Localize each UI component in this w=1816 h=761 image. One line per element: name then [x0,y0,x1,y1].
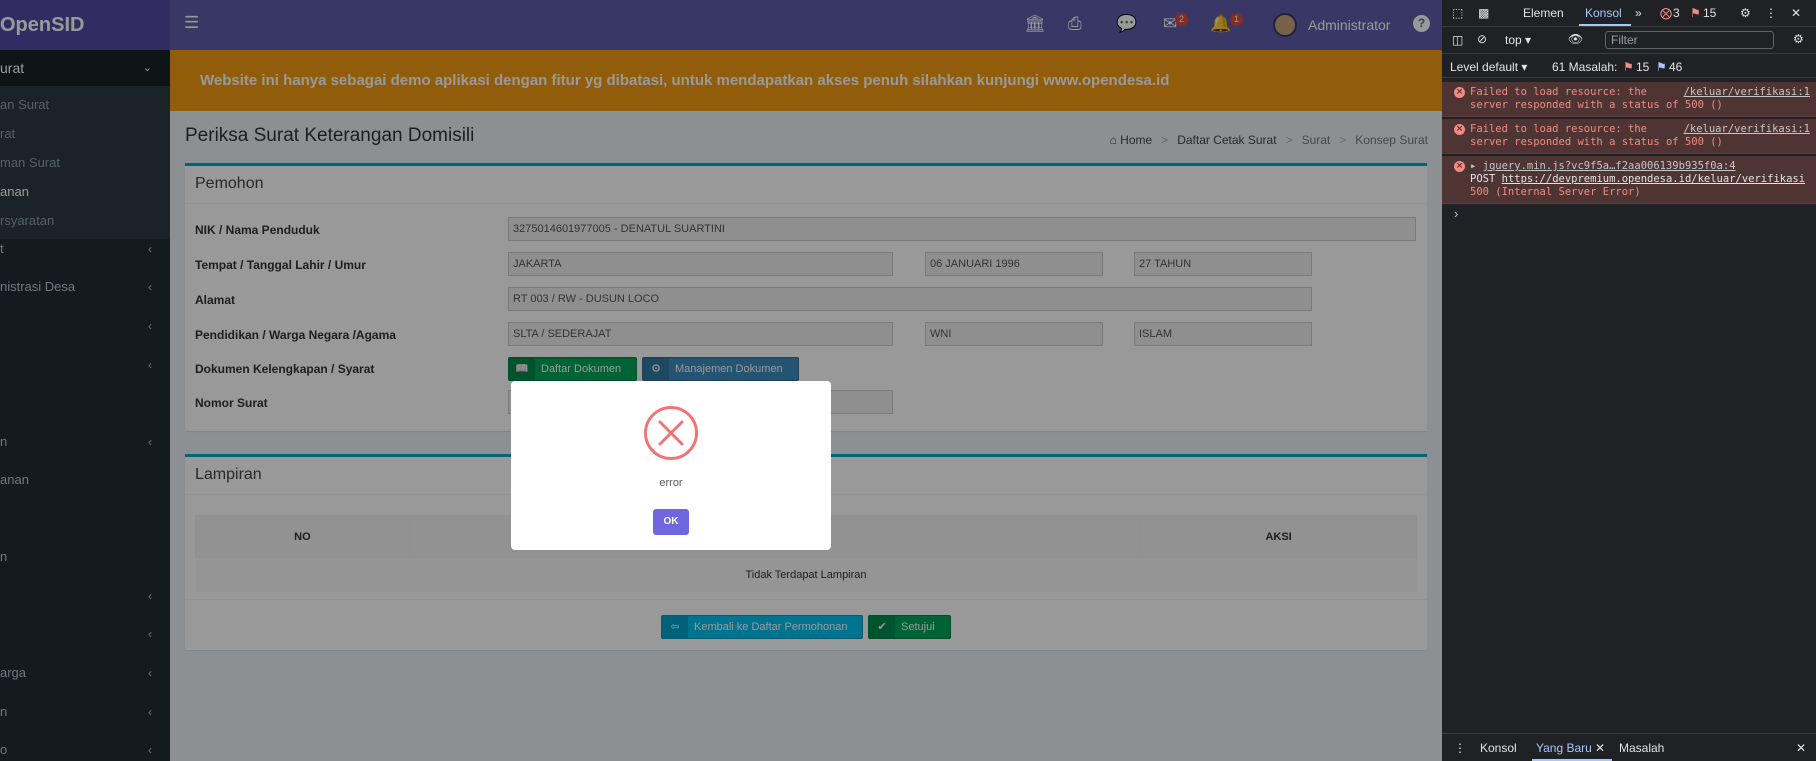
message-source-link[interactable]: /keluar/verifikasi:1 [1684,123,1810,136]
console-error-message[interactable]: × ▸ jquery.min.js?vc9f5a…f2aa006139b935f… [1442,156,1816,204]
device-toggle-icon[interactable]: ▩ [1478,6,1489,20]
eye-icon[interactable]: 👁 [1568,32,1583,46]
error-icon: × [1454,124,1465,135]
app-window: OpenSID urat ⌄ an Surat rat man Surat an… [0,0,1442,761]
expand-arrow-icon[interactable]: ▸ [1470,160,1476,172]
dialog-title: error [659,477,683,489]
close-icon[interactable]: ✕ [1791,6,1801,20]
issues-label[interactable]: 61 Masalah: [1552,60,1617,74]
console-prompt[interactable]: › [1442,206,1816,221]
console-status-bar: Level default ▾ 61 Masalah: ⚑ 15 ⚑ 46 [1442,54,1816,78]
inspect-icon[interactable]: ⬚ [1452,6,1463,20]
drawer-tab-masalah[interactable]: Masalah [1619,741,1664,755]
ok-button[interactable]: OK [653,509,689,535]
console-toolbar: ◫ ⊘ top ▾ 👁 Filter ⚙ [1442,27,1816,54]
error-icon: × [1454,161,1465,172]
error-count-icon[interactable]: ⨂ [1660,6,1672,20]
error-dialog: error OK [511,381,831,550]
warning-count[interactable]: 15 [1703,6,1716,20]
filter-input[interactable]: Filter [1605,31,1774,49]
issue-info-icon: ⚑ [1656,60,1667,74]
error-icon: × [1454,87,1465,98]
kebab-menu-icon[interactable]: ⋮ [1765,6,1777,20]
drawer-tab-konsol[interactable]: Konsol [1480,741,1517,755]
drawer-tabbar: ⋮ Konsol Yang Baru ✕ Masalah ✕ [1442,733,1816,761]
tab-elemen[interactable]: Elemen [1523,6,1564,20]
console-messages: × /keluar/verifikasi:1 Failed to load re… [1442,78,1816,221]
drawer-menu-icon[interactable]: ⋮ [1454,741,1466,755]
drawer-tab-yang-baru[interactable]: Yang Baru [1536,741,1592,755]
level-label: Level default [1450,60,1519,74]
issues-info-count[interactable]: 46 [1669,60,1682,74]
console-error-message[interactable]: × /keluar/verifikasi:1 Failed to load re… [1442,82,1816,117]
warning-flag-icon[interactable]: ⚑ [1690,6,1701,20]
issues-warning-count[interactable]: 15 [1636,60,1649,74]
close-tab-icon[interactable]: ✕ [1595,741,1605,755]
context-label: top [1505,33,1522,47]
error-icon [644,406,698,460]
devtools-tabbar: ⬚ ▩ Elemen Konsol » ⨂ 3 ⚑ 15 ⚙ ⋮ ✕ [1442,0,1816,27]
context-select[interactable]: top ▾ [1505,33,1531,47]
tab-konsol[interactable]: Konsol [1585,6,1622,20]
issue-warning-icon: ⚑ [1623,60,1634,74]
level-select[interactable]: Level default ▾ [1450,60,1527,74]
close-drawer-icon[interactable]: ✕ [1796,741,1806,755]
message-source-link[interactable]: /keluar/verifikasi:1 [1684,86,1810,99]
settings-gear-icon[interactable]: ⚙ [1740,6,1751,20]
more-tabs-icon[interactable]: » [1635,6,1642,20]
clear-console-icon[interactable]: ⊘ [1477,32,1487,46]
request-status: 500 (Internal Server Error) [1470,186,1641,198]
request-url-link[interactable]: https://devpremium.opendesa.id/keluar/ve… [1502,173,1805,185]
message-source-link[interactable]: jquery.min.js?vc9f5a…f2aa006139b935f0a:4 [1483,160,1736,172]
devtools-panel: ⬚ ▩ Elemen Konsol » ⨂ 3 ⚑ 15 ⚙ ⋮ ✕ ◫ ⊘ t… [1442,0,1816,761]
sidebar-toggle-icon[interactable]: ◫ [1452,33,1463,47]
error-count[interactable]: 3 [1673,6,1680,20]
console-error-message[interactable]: × /keluar/verifikasi:1 Failed to load re… [1442,119,1816,154]
console-settings-icon[interactable]: ⚙ [1793,32,1804,46]
request-method: POST [1470,173,1496,185]
